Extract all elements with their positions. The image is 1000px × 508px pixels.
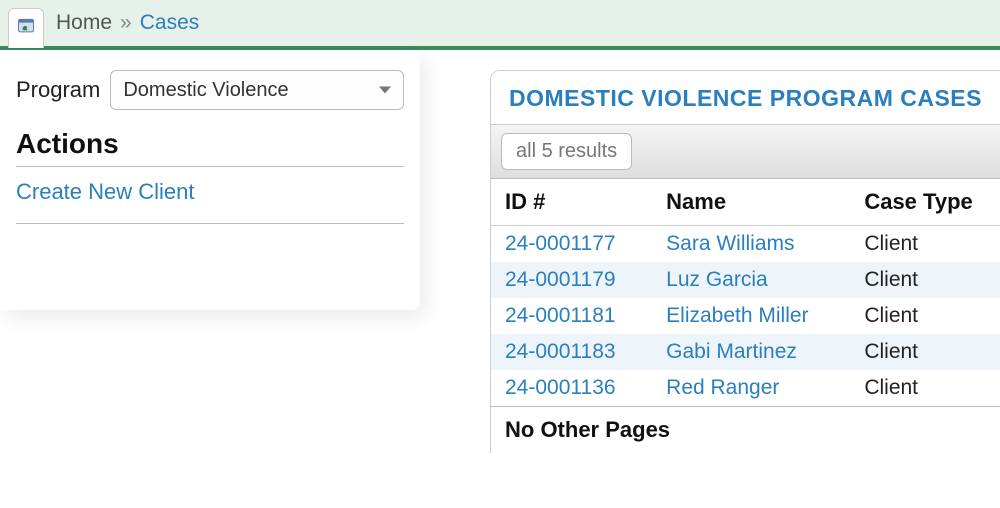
case-id-link[interactable]: 24-0001177	[505, 232, 616, 255]
table-row: 24-0001181 Elizabeth Miller Client	[491, 298, 1000, 334]
program-label: Program	[16, 77, 100, 103]
cell-case-type: Client	[850, 262, 1000, 298]
program-selected-value: Domestic Violence	[123, 79, 288, 102]
breadcrumb-cases[interactable]: Cases	[140, 11, 200, 35]
case-name-link[interactable]: Sara Williams	[666, 232, 794, 255]
table-row: 24-0001177 Sara Williams Client	[491, 226, 1000, 263]
divider	[16, 223, 404, 224]
case-id-link[interactable]: 24-0001136	[505, 376, 616, 399]
table-row: 24-0001179 Luz Garcia Client	[491, 262, 1000, 298]
cell-name: Sara Williams	[652, 226, 850, 263]
breadcrumb: Home » Cases	[0, 0, 1000, 50]
cell-case-type: Client	[850, 370, 1000, 406]
results-count-button[interactable]: all 5 results	[501, 133, 632, 170]
results-toolbar: all 5 results	[491, 124, 1000, 179]
case-id-link[interactable]: 24-0001183	[505, 340, 616, 363]
cell-name: Gabi Martinez	[652, 334, 850, 370]
cell-case-type: Client	[850, 334, 1000, 370]
case-name-link[interactable]: Elizabeth Miller	[666, 304, 808, 327]
cell-name: Elizabeth Miller	[652, 298, 850, 334]
cell-name: Red Ranger	[652, 370, 850, 406]
actions-heading: Actions	[16, 128, 404, 160]
case-id-link[interactable]: 24-0001179	[505, 268, 616, 291]
cell-id: 24-0001181	[491, 298, 652, 334]
case-name-link[interactable]: Gabi Martinez	[666, 340, 797, 363]
pager-text: No Other Pages	[491, 406, 1000, 453]
cases-tab-title: DOMESTIC VIOLENCE PROGRAM CASES	[491, 71, 1000, 124]
cell-case-type: Client	[850, 226, 1000, 263]
cell-id: 24-0001183	[491, 334, 652, 370]
case-name-link[interactable]: Red Ranger	[666, 376, 779, 399]
case-name-link[interactable]: Luz Garcia	[666, 268, 768, 291]
divider	[16, 166, 404, 167]
home-icon	[15, 16, 37, 42]
case-id-link[interactable]: 24-0001181	[505, 304, 616, 327]
cell-id: 24-0001136	[491, 370, 652, 406]
col-name[interactable]: Name	[652, 179, 850, 226]
cell-case-type: Client	[850, 298, 1000, 334]
cell-name: Luz Garcia	[652, 262, 850, 298]
cell-id: 24-0001177	[491, 226, 652, 263]
col-case-type[interactable]: Case Type	[850, 179, 1000, 226]
table-row: 24-0001183 Gabi Martinez Client	[491, 334, 1000, 370]
table-row: 24-0001136 Red Ranger Client	[491, 370, 1000, 406]
program-select[interactable]: Domestic Violence	[110, 70, 404, 110]
cell-id: 24-0001179	[491, 262, 652, 298]
cases-table: ID # Name Case Type 24-0001177 Sara Willi…	[491, 179, 1000, 406]
sidebar-panel: Program Domestic Violence Actions Create…	[0, 50, 420, 310]
breadcrumb-separator: »	[120, 11, 132, 35]
col-id[interactable]: ID #	[491, 179, 652, 226]
chevron-down-icon	[379, 87, 391, 94]
create-new-client-link[interactable]: Create New Client	[16, 179, 404, 205]
breadcrumb-home[interactable]: Home	[56, 11, 112, 35]
main-panel: DOMESTIC VIOLENCE PROGRAM CASES all 5 re…	[420, 50, 1000, 453]
home-icon-tab[interactable]	[8, 8, 44, 48]
